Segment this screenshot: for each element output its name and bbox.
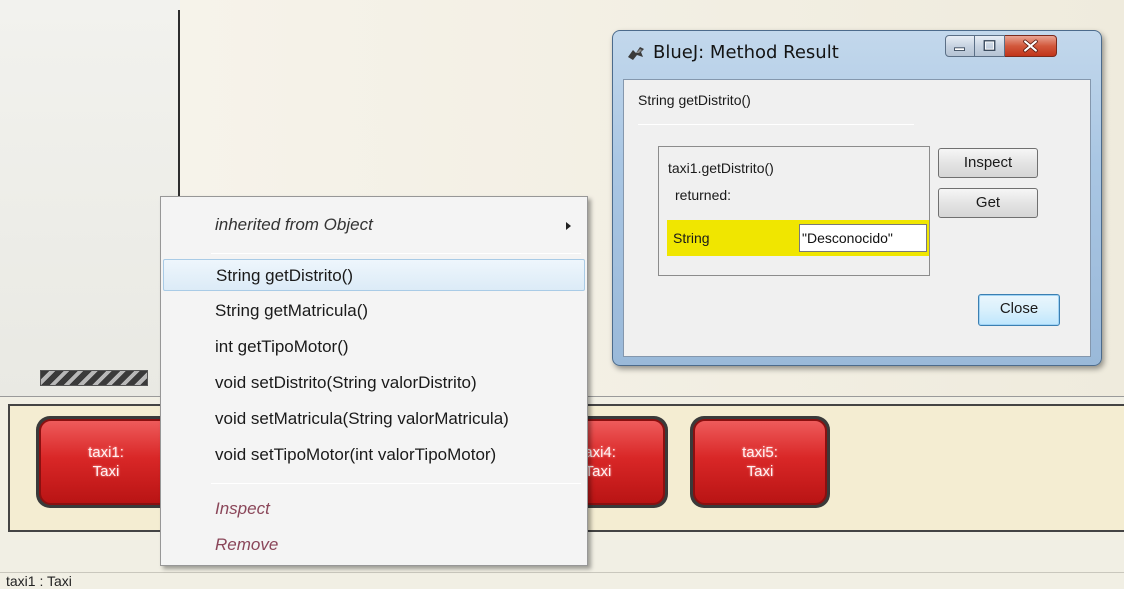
menu-separator bbox=[211, 483, 581, 484]
menu-separator bbox=[211, 253, 581, 254]
menu-item-set-matricula[interactable]: void setMatricula(String valorMatricula) bbox=[163, 403, 585, 435]
menu-item-label: Inspect bbox=[215, 499, 270, 518]
menu-item-set-distrito[interactable]: void setDistrito(String valorDistrito) bbox=[163, 367, 585, 399]
left-tool-pane bbox=[0, 0, 180, 396]
dialog-titlebar[interactable]: BlueJ: Method Result bbox=[613, 31, 1101, 73]
object-context-menu: inherited from Object String getDistrito… bbox=[160, 196, 588, 566]
machine-status-indicator bbox=[40, 370, 148, 386]
menu-item-get-distrito[interactable]: String getDistrito() bbox=[163, 259, 585, 291]
object-taxi5[interactable]: taxi5: Taxi bbox=[690, 416, 830, 508]
menu-item-set-tipo-motor[interactable]: void setTipoMotor(int valorTipoMotor) bbox=[163, 439, 585, 471]
method-call-text: taxi1.getDistrito() bbox=[668, 160, 774, 176]
close-icon bbox=[1023, 39, 1038, 53]
object-type: Taxi bbox=[746, 463, 774, 480]
bluej-bird-icon bbox=[628, 47, 644, 60]
dialog-title: BlueJ: Method Result bbox=[653, 42, 839, 63]
maximize-icon bbox=[983, 40, 996, 51]
menu-item-get-tipo-motor[interactable]: int getTipoMotor() bbox=[163, 331, 585, 363]
close-button[interactable]: Close bbox=[978, 294, 1060, 326]
menu-item-inspect[interactable]: Inspect bbox=[163, 493, 585, 525]
object-type: Taxi bbox=[92, 463, 120, 480]
menu-item-remove[interactable]: Remove bbox=[163, 529, 585, 561]
status-bar: taxi1 : Taxi bbox=[0, 572, 1124, 589]
maximize-button[interactable] bbox=[975, 35, 1005, 57]
object-taxi1[interactable]: taxi1: Taxi bbox=[36, 416, 176, 508]
get-button[interactable]: Get bbox=[938, 188, 1038, 218]
method-result-dialog: BlueJ: Method Result String getDistrito(… bbox=[612, 30, 1102, 366]
menu-item-label: int getTipoMotor() bbox=[215, 337, 349, 356]
object-name: taxi1: bbox=[88, 444, 124, 461]
menu-item-label: void setTipoMotor(int valorTipoMotor) bbox=[215, 445, 497, 464]
menu-item-get-matricula[interactable]: String getMatricula() bbox=[163, 295, 585, 327]
result-type: String bbox=[673, 230, 710, 246]
inspect-button[interactable]: Inspect bbox=[938, 148, 1038, 178]
menu-item-label: String getDistrito() bbox=[216, 266, 353, 285]
minimize-button[interactable] bbox=[945, 35, 975, 57]
menu-item-label: inherited from Object bbox=[215, 215, 373, 234]
menu-item-label: void setMatricula(String valorMatricula) bbox=[215, 409, 509, 428]
minimize-icon bbox=[954, 47, 965, 51]
signature-divider bbox=[638, 124, 914, 125]
result-panel: taxi1.getDistrito() returned: String "De… bbox=[658, 146, 930, 276]
menu-item-inherited-from-object[interactable]: inherited from Object bbox=[163, 209, 585, 241]
menu-item-label: void setDistrito(String valorDistrito) bbox=[215, 373, 477, 392]
method-signature: String getDistrito() bbox=[638, 92, 751, 108]
menu-item-label: Remove bbox=[215, 535, 279, 554]
object-type: Taxi bbox=[584, 463, 612, 480]
submenu-arrow-icon bbox=[566, 222, 571, 230]
dialog-content: String getDistrito() taxi1.getDistrito()… bbox=[623, 79, 1091, 357]
object-name: taxi5: bbox=[742, 444, 778, 461]
result-value-field[interactable]: "Desconocido" bbox=[799, 224, 927, 252]
menu-item-label: String getMatricula() bbox=[215, 301, 369, 320]
returned-label: returned: bbox=[675, 187, 732, 203]
result-value-row[interactable]: String "Desconocido" bbox=[667, 220, 929, 256]
window-close-button[interactable] bbox=[1005, 35, 1057, 57]
